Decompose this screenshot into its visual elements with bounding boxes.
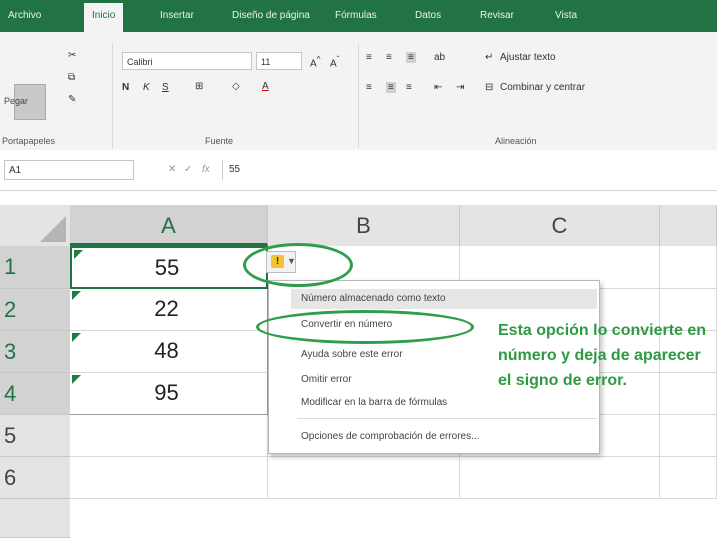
merge-center-button[interactable]: Combinar y centrar [500,82,585,93]
font-name-combo[interactable]: Calibri [122,52,252,70]
row-header-1[interactable]: 1 [0,246,70,289]
ribbon: Pegar ✂ ⧉ ✎ Calibri 11 A^ Aˇ N K S ⊞ ◇ A… [0,32,717,151]
bold-button[interactable]: N [122,82,129,93]
cell-d5[interactable] [660,415,717,457]
column-header-d[interactable] [660,205,717,246]
tab-inicio[interactable]: Inicio [84,3,124,32]
error-indicator-icon [74,250,83,259]
underline-button[interactable]: S [162,82,169,93]
wrap-text-icon[interactable]: ↵ [485,52,493,63]
group-divider [358,44,359,148]
row-header-5[interactable]: 5 [0,415,70,457]
error-indicator-icon [72,291,81,300]
wrap-text-button[interactable]: Ajustar texto [500,52,556,63]
align-right-icon[interactable]: ≡ [406,82,412,93]
grow-font-icon[interactable]: A^ [310,54,321,69]
tab-vista[interactable]: Vista [555,0,577,32]
cell-b6[interactable] [268,457,460,499]
italic-button[interactable]: K [143,82,150,93]
tab-revisar[interactable]: Revisar [480,0,514,32]
tab-datos[interactable]: Datos [415,0,441,32]
error-indicator-icon [72,375,81,384]
row-header-6[interactable]: 6 [0,457,70,499]
formula-bar: A1 ✕ ✓ fx 55 [0,150,717,191]
menu-divider [297,418,597,419]
group-divider [112,44,113,148]
font-color-icon[interactable]: A [262,81,269,92]
font-size-combo[interactable]: 11 [256,52,302,70]
column-header-a[interactable]: A [70,205,268,246]
cut-icon[interactable]: ✂ [68,50,76,61]
group-label-alignment: Alineación [495,136,537,146]
fill-color-icon[interactable]: ◇ [232,81,240,92]
orientation-icon[interactable]: ab [434,52,445,63]
cell-a2[interactable]: 22 [70,289,268,331]
error-indicator-icon [72,333,81,342]
column-header-b[interactable]: B [268,205,460,246]
tab-diseno-pagina[interactable]: Diseño de página [232,0,310,32]
align-bottom-icon[interactable]: ≡ [406,52,416,63]
borders-icon[interactable]: ⊞ [195,81,203,92]
menu-item-error-options[interactable]: Opciones de comprobación de errores... [301,427,479,447]
name-box[interactable]: A1 [4,160,134,180]
annotation-text: Esta opción lo convierte en número y dej… [498,322,707,389]
cell-a1-value: 55 [154,255,180,280]
select-all-corner[interactable] [0,205,70,246]
select-all-icon [40,216,66,242]
annotation-ellipse-convert-option [256,310,474,344]
increase-indent-icon[interactable]: ⇥ [456,82,464,93]
menu-title: Número almacenado como texto [291,289,597,309]
menu-item-edit-formula-bar[interactable]: Modificar en la barra de fórmulas [301,393,447,413]
row-header-7[interactable] [0,499,70,538]
menu-item-help-error[interactable]: Ayuda sobre este error [301,345,403,365]
paste-button-label[interactable]: Pegar [4,96,28,106]
cell-a6[interactable] [70,457,268,499]
align-center-icon[interactable]: ≡ [386,82,396,93]
align-middle-icon[interactable]: ≡ [386,52,392,63]
merge-center-icon[interactable]: ⊟ [485,82,493,93]
row-header-4[interactable]: 4 [0,373,70,415]
tab-formulas[interactable]: Fórmulas [335,0,377,32]
group-label-clipboard: Portapapeles [2,136,56,146]
cell-c6[interactable] [460,457,660,499]
cell-a3[interactable]: 48 [70,331,268,373]
format-painter-icon[interactable]: ✎ [68,94,76,105]
cell-a3-value: 48 [154,338,179,363]
cell-a1[interactable]: 55 [70,246,268,289]
cell-a4-value: 95 [154,380,179,405]
cell-a5[interactable] [70,415,268,457]
formula-input[interactable]: 55 [222,160,717,180]
ribbon-tabs: Archivo Inicio Insertar Diseño de página… [0,0,717,32]
cell-a2-value: 22 [154,296,179,321]
decrease-indent-icon[interactable]: ⇤ [434,82,442,93]
tab-archivo[interactable]: Archivo [8,0,41,32]
group-label-font: Fuente [205,136,234,146]
align-left-icon[interactable]: ≡ [366,82,372,93]
tab-insertar[interactable]: Insertar [160,0,194,32]
cell-d6[interactable] [660,457,717,499]
row-header-3[interactable]: 3 [0,331,70,373]
annotation-ellipse-error-button [243,243,353,287]
row-header-2[interactable]: 2 [0,289,70,331]
cancel-icon[interactable]: ✕ [168,160,176,180]
copy-icon[interactable]: ⧉ [68,72,75,83]
insert-function-icon[interactable]: fx [202,160,210,180]
column-header-c[interactable]: C [460,205,660,246]
align-top-icon[interactable]: ≡ [366,52,372,63]
menu-item-ignore-error[interactable]: Omitir error [301,370,352,390]
shrink-font-icon[interactable]: Aˇ [330,54,339,69]
cell-d1[interactable] [660,246,717,289]
cell-a4[interactable]: 95 [70,373,268,415]
confirm-icon[interactable]: ✓ [184,160,192,180]
